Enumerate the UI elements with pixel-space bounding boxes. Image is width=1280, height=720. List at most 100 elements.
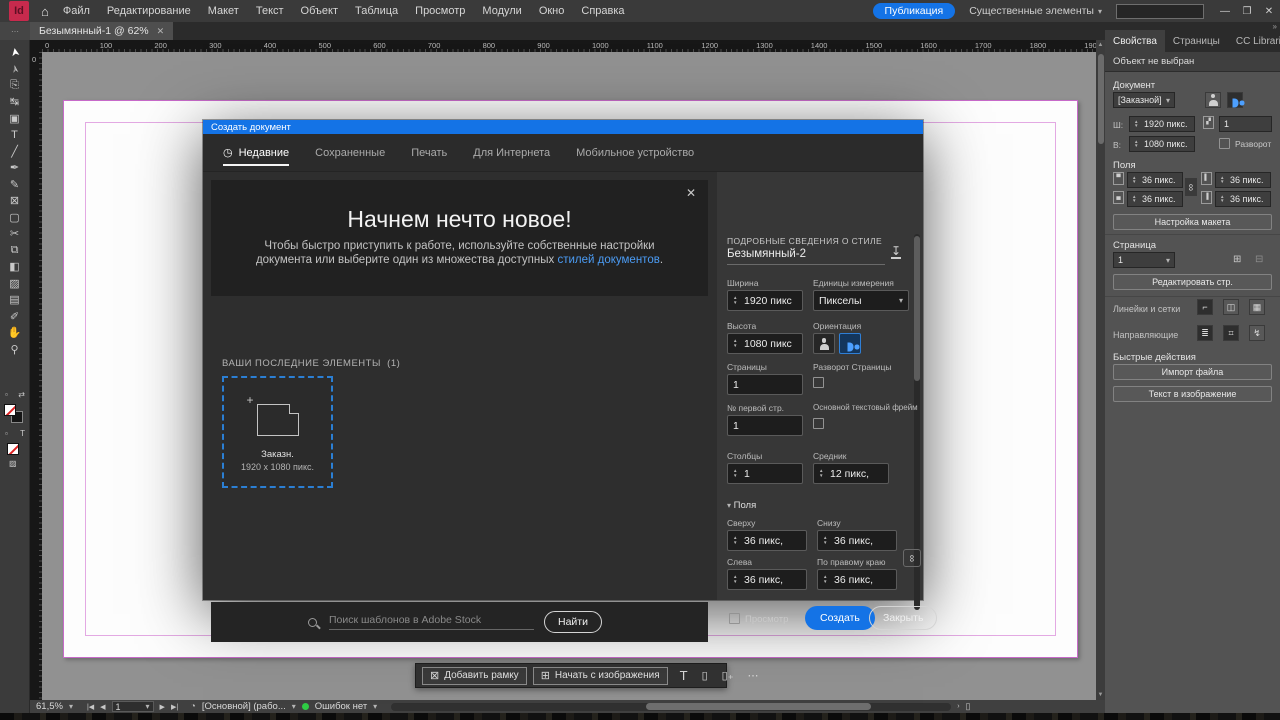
- next-page-button[interactable]: ▶: [160, 703, 165, 711]
- margin-right-field[interactable]: ▲▼ 36 пикс,: [817, 569, 897, 590]
- margin-bottom-field[interactable]: ▲▼ 36 пикс,: [817, 530, 897, 551]
- fill-swatch[interactable]: [4, 404, 16, 416]
- workspace-switcher[interactable]: Существенные элементы: [969, 5, 1094, 17]
- close-button[interactable]: ✕: [1258, 6, 1280, 17]
- menu-plugins[interactable]: Модули: [482, 5, 521, 17]
- tab-web[interactable]: Для Интернета: [473, 134, 550, 172]
- menu-object[interactable]: Объект: [301, 5, 338, 17]
- margin-inside-field[interactable]: ▲▼ 36 пикс.: [1215, 172, 1271, 188]
- vertical-scrollbar[interactable]: ▲ ▼: [1096, 40, 1105, 700]
- tab-saved[interactable]: Сохраненные: [315, 134, 385, 172]
- import-file-button[interactable]: Импорт файла: [1113, 364, 1272, 380]
- edit-page-button[interactable]: Редактировать стр.: [1113, 274, 1272, 290]
- link-margins-icon[interactable]: ∞: [1185, 178, 1197, 196]
- margins-section-header[interactable]: ▾ Поля: [727, 500, 756, 511]
- landscape-orientation-button[interactable]: [839, 333, 861, 354]
- first-page-button[interactable]: |◀: [87, 703, 94, 711]
- stepper-icon[interactable]: ▲▼: [733, 536, 740, 545]
- more-options-icon[interactable]: ⋯: [748, 669, 759, 682]
- default-swatches-icon[interactable]: ▫: [5, 390, 8, 399]
- stock-search-input[interactable]: [329, 614, 534, 630]
- scroll-up-icon[interactable]: ▲: [1096, 42, 1105, 48]
- h-ruler[interactable]: 0100200300400500600700800900100011001200…: [42, 40, 1096, 52]
- menu-table[interactable]: Таблица: [355, 5, 398, 17]
- document-presets-link[interactable]: стилей документов: [557, 254, 659, 266]
- pages-count-field[interactable]: 1: [1219, 116, 1272, 132]
- page-number-box[interactable]: 1 ▾: [112, 701, 154, 712]
- height-field[interactable]: ▲▼ 1080 пикс: [727, 333, 803, 354]
- stepper-icon[interactable]: ▲▼: [819, 469, 826, 478]
- columns-field[interactable]: ▲▼ 1: [727, 463, 803, 484]
- tab-mobile[interactable]: Мобильное устройство: [576, 134, 694, 172]
- save-preset-icon[interactable]: ↧: [891, 246, 901, 259]
- facing-pages-checkbox[interactable]: [1219, 138, 1230, 149]
- close-dialog-button[interactable]: Закрыть: [869, 606, 937, 630]
- hand-tool[interactable]: ✋: [4, 325, 26, 342]
- stepper-icon[interactable]: ▲▼: [1220, 176, 1227, 185]
- snap-guides-icon[interactable]: ↯: [1249, 325, 1265, 341]
- portrait-orientation-button[interactable]: [1205, 92, 1221, 108]
- tab-print[interactable]: Печать: [411, 134, 447, 172]
- spread-view-icon[interactable]: ▯: [966, 701, 971, 712]
- margin-left-field[interactable]: ▲▼ 36 пикс,: [727, 569, 807, 590]
- type-tool[interactable]: T: [4, 127, 26, 144]
- formatting-container-icon[interactable]: ▫: [5, 429, 8, 438]
- restore-button[interactable]: ❐: [1236, 6, 1258, 17]
- screen-mode-icon[interactable]: ▨: [9, 459, 17, 468]
- preflight-chevron-icon[interactable]: ▾: [292, 702, 296, 711]
- apply-none-swatch[interactable]: [7, 443, 19, 455]
- primary-text-frame-checkbox[interactable]: [813, 418, 824, 429]
- portrait-orientation-button[interactable]: [813, 333, 835, 354]
- publish-button[interactable]: Публикация: [873, 3, 956, 19]
- prev-page-button[interactable]: ◀: [100, 703, 105, 711]
- document-tab[interactable]: Безымянный-1 @ 62% ✕: [30, 22, 173, 40]
- menu-window[interactable]: Окно: [539, 5, 565, 17]
- stepper-icon[interactable]: ▲▼: [1132, 176, 1139, 185]
- preflight-icon[interactable]: ◔: [190, 701, 196, 712]
- hero-close-icon[interactable]: ✕: [686, 186, 696, 200]
- gap-tool[interactable]: ↹: [4, 94, 26, 111]
- scroll-right-icon[interactable]: ›: [957, 703, 959, 710]
- facing-pages-checkbox[interactable]: [813, 377, 824, 388]
- panel-expand-icon[interactable]: »: [1273, 22, 1277, 31]
- layout-settings-button[interactable]: Настройка макета: [1113, 214, 1272, 230]
- horizontal-scroll-thumb[interactable]: [646, 703, 871, 710]
- tab-properties[interactable]: Свойства: [1105, 30, 1165, 52]
- pencil-tool[interactable]: ✎: [4, 176, 26, 193]
- frame-tool[interactable]: ⊠: [4, 193, 26, 210]
- stepper-icon[interactable]: ▲▼: [1134, 120, 1141, 129]
- tab-pages[interactable]: Страницы: [1165, 30, 1228, 52]
- last-page-button[interactable]: ▶|: [171, 703, 178, 711]
- free-transform-tool[interactable]: ⧉: [4, 242, 26, 259]
- guide-numbers-icon[interactable]: ⌗: [1223, 325, 1239, 341]
- rulers-toggle-icon[interactable]: ⌐: [1197, 299, 1213, 315]
- errors-chevron-icon[interactable]: ▾: [373, 702, 377, 711]
- tab-recent[interactable]: ◷ Недавние: [223, 134, 289, 172]
- menu-file[interactable]: Файл: [63, 5, 90, 17]
- dialog-title-bar[interactable]: Создать документ: [203, 120, 923, 134]
- pen-tool[interactable]: ✒: [4, 160, 26, 177]
- preflight-status[interactable]: Ошибок нет: [315, 701, 367, 712]
- stepper-icon[interactable]: ▲▼: [1132, 195, 1139, 204]
- v-ruler[interactable]: 0: [30, 52, 42, 700]
- line-tool[interactable]: ╱: [4, 143, 26, 160]
- gradient-tool[interactable]: ◧: [4, 259, 26, 276]
- landscape-orientation-button[interactable]: [1227, 92, 1243, 108]
- margin-top-field[interactable]: ▲▼ 36 пикс.: [1127, 172, 1183, 188]
- preview-checkbox[interactable]: [729, 613, 740, 624]
- tab-cc-libraries[interactable]: CC Libraries: [1228, 30, 1280, 52]
- direct-selection-tool[interactable]: ➢: [4, 56, 24, 81]
- zoom-chevron-icon[interactable]: ▾: [69, 702, 73, 711]
- scissors-tool[interactable]: ✂: [4, 226, 26, 243]
- margin-bottom-field[interactable]: ▲▼ 36 пикс.: [1127, 191, 1183, 207]
- start-page-field[interactable]: 1: [727, 415, 803, 436]
- zoom-level[interactable]: 61,5%: [36, 701, 63, 712]
- link-margins-icon[interactable]: ∞: [903, 549, 921, 567]
- find-button[interactable]: Найти: [544, 611, 602, 633]
- pages-field[interactable]: 1: [727, 374, 803, 395]
- swap-fill-stroke-icon[interactable]: ⇄: [18, 390, 25, 399]
- formatting-text-icon[interactable]: T: [20, 429, 25, 438]
- width-field[interactable]: ▲▼ 1920 пикс.: [1129, 116, 1195, 132]
- home-icon[interactable]: ⌂: [41, 4, 49, 19]
- width-field[interactable]: ▲▼ 1920 пикс: [727, 290, 803, 311]
